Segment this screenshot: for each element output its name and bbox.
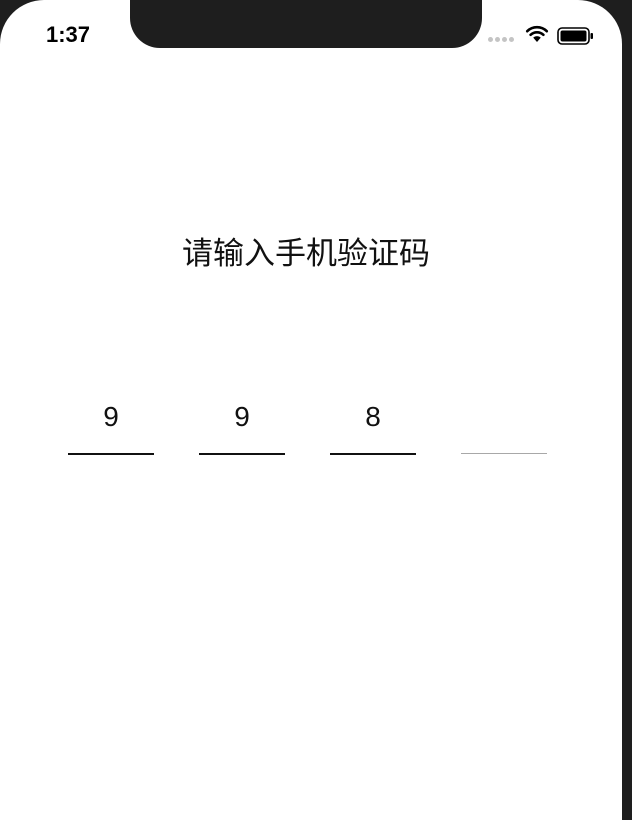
- status-bar-time: 1:37: [46, 22, 91, 47]
- app-screen: 1:37 请输入手机验证码 9 9 8: [0, 0, 622, 820]
- wifi-icon: [525, 25, 549, 42]
- device-notch: [130, 0, 482, 48]
- code-digit-box-2[interactable]: 9: [199, 395, 285, 455]
- code-digit-box-4[interactable]: [461, 395, 547, 455]
- code-digit-4: [461, 395, 547, 439]
- code-underline-1: [68, 453, 154, 455]
- verification-code-input[interactable]: 9 9 8: [0, 395, 622, 465]
- device-frame-edge: [622, 0, 632, 800]
- code-digit-box-3[interactable]: 8: [330, 395, 416, 455]
- code-underline-3: [330, 453, 416, 455]
- cellular-signal-icon: [488, 34, 514, 44]
- code-digit-box-1[interactable]: 9: [68, 395, 154, 455]
- code-digit-3: 8: [365, 401, 381, 432]
- code-digit-2: 9: [234, 401, 250, 432]
- code-digit-1: 9: [103, 401, 119, 432]
- code-underline-4: [461, 453, 547, 454]
- page-title: 请输入手机验证码: [182, 236, 430, 272]
- code-underline-2: [199, 453, 285, 455]
- battery-icon: [557, 27, 593, 45]
